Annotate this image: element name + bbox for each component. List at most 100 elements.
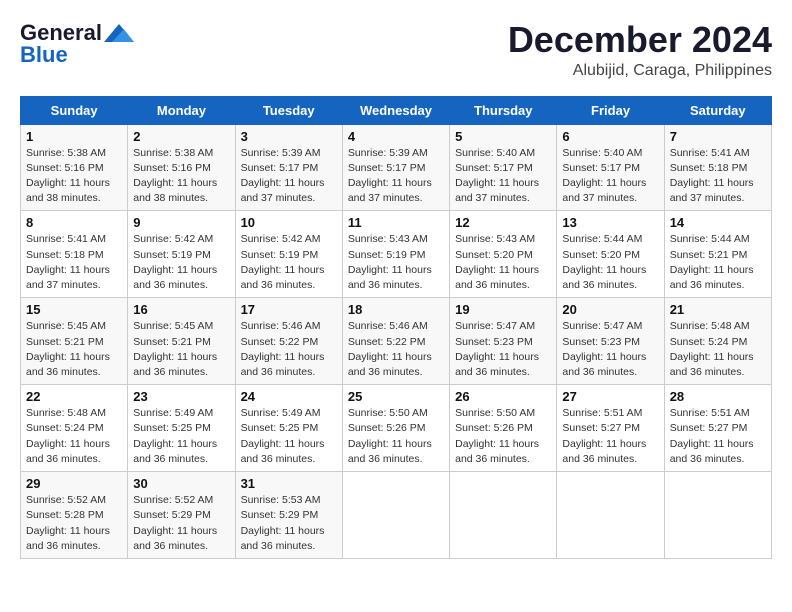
- calendar-cell: 6 Sunrise: 5:40 AMSunset: 5:17 PMDayligh…: [557, 124, 664, 211]
- day-detail: Sunrise: 5:45 AMSunset: 5:21 PMDaylight:…: [26, 320, 110, 378]
- day-detail: Sunrise: 5:40 AMSunset: 5:17 PMDaylight:…: [455, 147, 539, 205]
- calendar-cell: 27 Sunrise: 5:51 AMSunset: 5:27 PMDaylig…: [557, 385, 664, 472]
- day-detail: Sunrise: 5:46 AMSunset: 5:22 PMDaylight:…: [241, 320, 325, 378]
- day-detail: Sunrise: 5:51 AMSunset: 5:27 PMDaylight:…: [562, 407, 646, 465]
- day-detail: Sunrise: 5:53 AMSunset: 5:29 PMDaylight:…: [241, 494, 325, 552]
- day-detail: Sunrise: 5:39 AMSunset: 5:17 PMDaylight:…: [348, 147, 432, 205]
- day-number: 12: [455, 215, 551, 230]
- calendar-cell: 8 Sunrise: 5:41 AMSunset: 5:18 PMDayligh…: [21, 211, 128, 298]
- calendar-cell: 17 Sunrise: 5:46 AMSunset: 5:22 PMDaylig…: [235, 298, 342, 385]
- day-number: 21: [670, 302, 766, 317]
- logo-icon: [104, 24, 134, 42]
- day-detail: Sunrise: 5:38 AMSunset: 5:16 PMDaylight:…: [26, 147, 110, 205]
- day-number: 7: [670, 129, 766, 144]
- logo: General Blue: [20, 20, 134, 68]
- day-number: 6: [562, 129, 658, 144]
- header-row: SundayMondayTuesdayWednesdayThursdayFrid…: [21, 96, 772, 124]
- day-number: 27: [562, 389, 658, 404]
- day-number: 31: [241, 476, 337, 491]
- day-number: 30: [133, 476, 229, 491]
- calendar-cell: 19 Sunrise: 5:47 AMSunset: 5:23 PMDaylig…: [450, 298, 557, 385]
- header-day: Monday: [128, 96, 235, 124]
- location: Alubijid, Caraga, Philippines: [508, 62, 772, 80]
- title-block: December 2024 Alubijid, Caraga, Philippi…: [508, 20, 772, 80]
- calendar-cell: 14 Sunrise: 5:44 AMSunset: 5:21 PMDaylig…: [664, 211, 771, 298]
- day-number: 22: [26, 389, 122, 404]
- day-detail: Sunrise: 5:52 AMSunset: 5:29 PMDaylight:…: [133, 494, 217, 552]
- calendar-cell: [664, 472, 771, 559]
- calendar-header: SundayMondayTuesdayWednesdayThursdayFrid…: [21, 96, 772, 124]
- calendar-cell: [342, 472, 449, 559]
- day-number: 11: [348, 215, 444, 230]
- logo-blue: Blue: [20, 42, 68, 68]
- day-number: 10: [241, 215, 337, 230]
- calendar-cell: 29 Sunrise: 5:52 AMSunset: 5:28 PMDaylig…: [21, 472, 128, 559]
- day-number: 24: [241, 389, 337, 404]
- calendar-cell: 15 Sunrise: 5:45 AMSunset: 5:21 PMDaylig…: [21, 298, 128, 385]
- header-day: Friday: [557, 96, 664, 124]
- day-detail: Sunrise: 5:48 AMSunset: 5:24 PMDaylight:…: [26, 407, 110, 465]
- calendar-cell: 30 Sunrise: 5:52 AMSunset: 5:29 PMDaylig…: [128, 472, 235, 559]
- day-detail: Sunrise: 5:43 AMSunset: 5:20 PMDaylight:…: [455, 233, 539, 291]
- calendar-cell: 10 Sunrise: 5:42 AMSunset: 5:19 PMDaylig…: [235, 211, 342, 298]
- month-title: December 2024: [508, 20, 772, 60]
- day-detail: Sunrise: 5:48 AMSunset: 5:24 PMDaylight:…: [670, 320, 754, 378]
- calendar-cell: 21 Sunrise: 5:48 AMSunset: 5:24 PMDaylig…: [664, 298, 771, 385]
- day-detail: Sunrise: 5:44 AMSunset: 5:20 PMDaylight:…: [562, 233, 646, 291]
- day-detail: Sunrise: 5:42 AMSunset: 5:19 PMDaylight:…: [133, 233, 217, 291]
- calendar-week-row: 29 Sunrise: 5:52 AMSunset: 5:28 PMDaylig…: [21, 472, 772, 559]
- day-detail: Sunrise: 5:49 AMSunset: 5:25 PMDaylight:…: [133, 407, 217, 465]
- day-detail: Sunrise: 5:41 AMSunset: 5:18 PMDaylight:…: [26, 233, 110, 291]
- day-number: 15: [26, 302, 122, 317]
- day-number: 9: [133, 215, 229, 230]
- day-number: 19: [455, 302, 551, 317]
- day-number: 13: [562, 215, 658, 230]
- calendar-cell: 3 Sunrise: 5:39 AMSunset: 5:17 PMDayligh…: [235, 124, 342, 211]
- day-detail: Sunrise: 5:38 AMSunset: 5:16 PMDaylight:…: [133, 147, 217, 205]
- calendar-cell: 16 Sunrise: 5:45 AMSunset: 5:21 PMDaylig…: [128, 298, 235, 385]
- calendar-cell: 7 Sunrise: 5:41 AMSunset: 5:18 PMDayligh…: [664, 124, 771, 211]
- day-detail: Sunrise: 5:47 AMSunset: 5:23 PMDaylight:…: [455, 320, 539, 378]
- calendar-cell: 18 Sunrise: 5:46 AMSunset: 5:22 PMDaylig…: [342, 298, 449, 385]
- day-detail: Sunrise: 5:51 AMSunset: 5:27 PMDaylight:…: [670, 407, 754, 465]
- calendar-cell: 12 Sunrise: 5:43 AMSunset: 5:20 PMDaylig…: [450, 211, 557, 298]
- calendar-cell: 2 Sunrise: 5:38 AMSunset: 5:16 PMDayligh…: [128, 124, 235, 211]
- day-detail: Sunrise: 5:47 AMSunset: 5:23 PMDaylight:…: [562, 320, 646, 378]
- day-number: 8: [26, 215, 122, 230]
- day-number: 16: [133, 302, 229, 317]
- day-number: 1: [26, 129, 122, 144]
- calendar-body: 1 Sunrise: 5:38 AMSunset: 5:16 PMDayligh…: [21, 124, 772, 558]
- day-number: 18: [348, 302, 444, 317]
- calendar-cell: 20 Sunrise: 5:47 AMSunset: 5:23 PMDaylig…: [557, 298, 664, 385]
- day-detail: Sunrise: 5:50 AMSunset: 5:26 PMDaylight:…: [348, 407, 432, 465]
- day-detail: Sunrise: 5:41 AMSunset: 5:18 PMDaylight:…: [670, 147, 754, 205]
- day-detail: Sunrise: 5:39 AMSunset: 5:17 PMDaylight:…: [241, 147, 325, 205]
- day-detail: Sunrise: 5:43 AMSunset: 5:19 PMDaylight:…: [348, 233, 432, 291]
- calendar-week-row: 1 Sunrise: 5:38 AMSunset: 5:16 PMDayligh…: [21, 124, 772, 211]
- day-number: 5: [455, 129, 551, 144]
- day-number: 23: [133, 389, 229, 404]
- day-number: 20: [562, 302, 658, 317]
- calendar-cell: [557, 472, 664, 559]
- day-number: 17: [241, 302, 337, 317]
- day-detail: Sunrise: 5:49 AMSunset: 5:25 PMDaylight:…: [241, 407, 325, 465]
- day-number: 4: [348, 129, 444, 144]
- calendar-week-row: 22 Sunrise: 5:48 AMSunset: 5:24 PMDaylig…: [21, 385, 772, 472]
- day-detail: Sunrise: 5:45 AMSunset: 5:21 PMDaylight:…: [133, 320, 217, 378]
- calendar-week-row: 8 Sunrise: 5:41 AMSunset: 5:18 PMDayligh…: [21, 211, 772, 298]
- calendar-cell: 13 Sunrise: 5:44 AMSunset: 5:20 PMDaylig…: [557, 211, 664, 298]
- calendar-cell: 25 Sunrise: 5:50 AMSunset: 5:26 PMDaylig…: [342, 385, 449, 472]
- calendar-cell: 5 Sunrise: 5:40 AMSunset: 5:17 PMDayligh…: [450, 124, 557, 211]
- calendar-cell: 26 Sunrise: 5:50 AMSunset: 5:26 PMDaylig…: [450, 385, 557, 472]
- day-detail: Sunrise: 5:42 AMSunset: 5:19 PMDaylight:…: [241, 233, 325, 291]
- header-day: Sunday: [21, 96, 128, 124]
- page-header: General Blue December 2024 Alubijid, Car…: [20, 20, 772, 80]
- day-number: 26: [455, 389, 551, 404]
- day-number: 25: [348, 389, 444, 404]
- header-day: Tuesday: [235, 96, 342, 124]
- header-day: Thursday: [450, 96, 557, 124]
- header-day: Wednesday: [342, 96, 449, 124]
- day-number: 14: [670, 215, 766, 230]
- header-day: Saturday: [664, 96, 771, 124]
- calendar-cell: [450, 472, 557, 559]
